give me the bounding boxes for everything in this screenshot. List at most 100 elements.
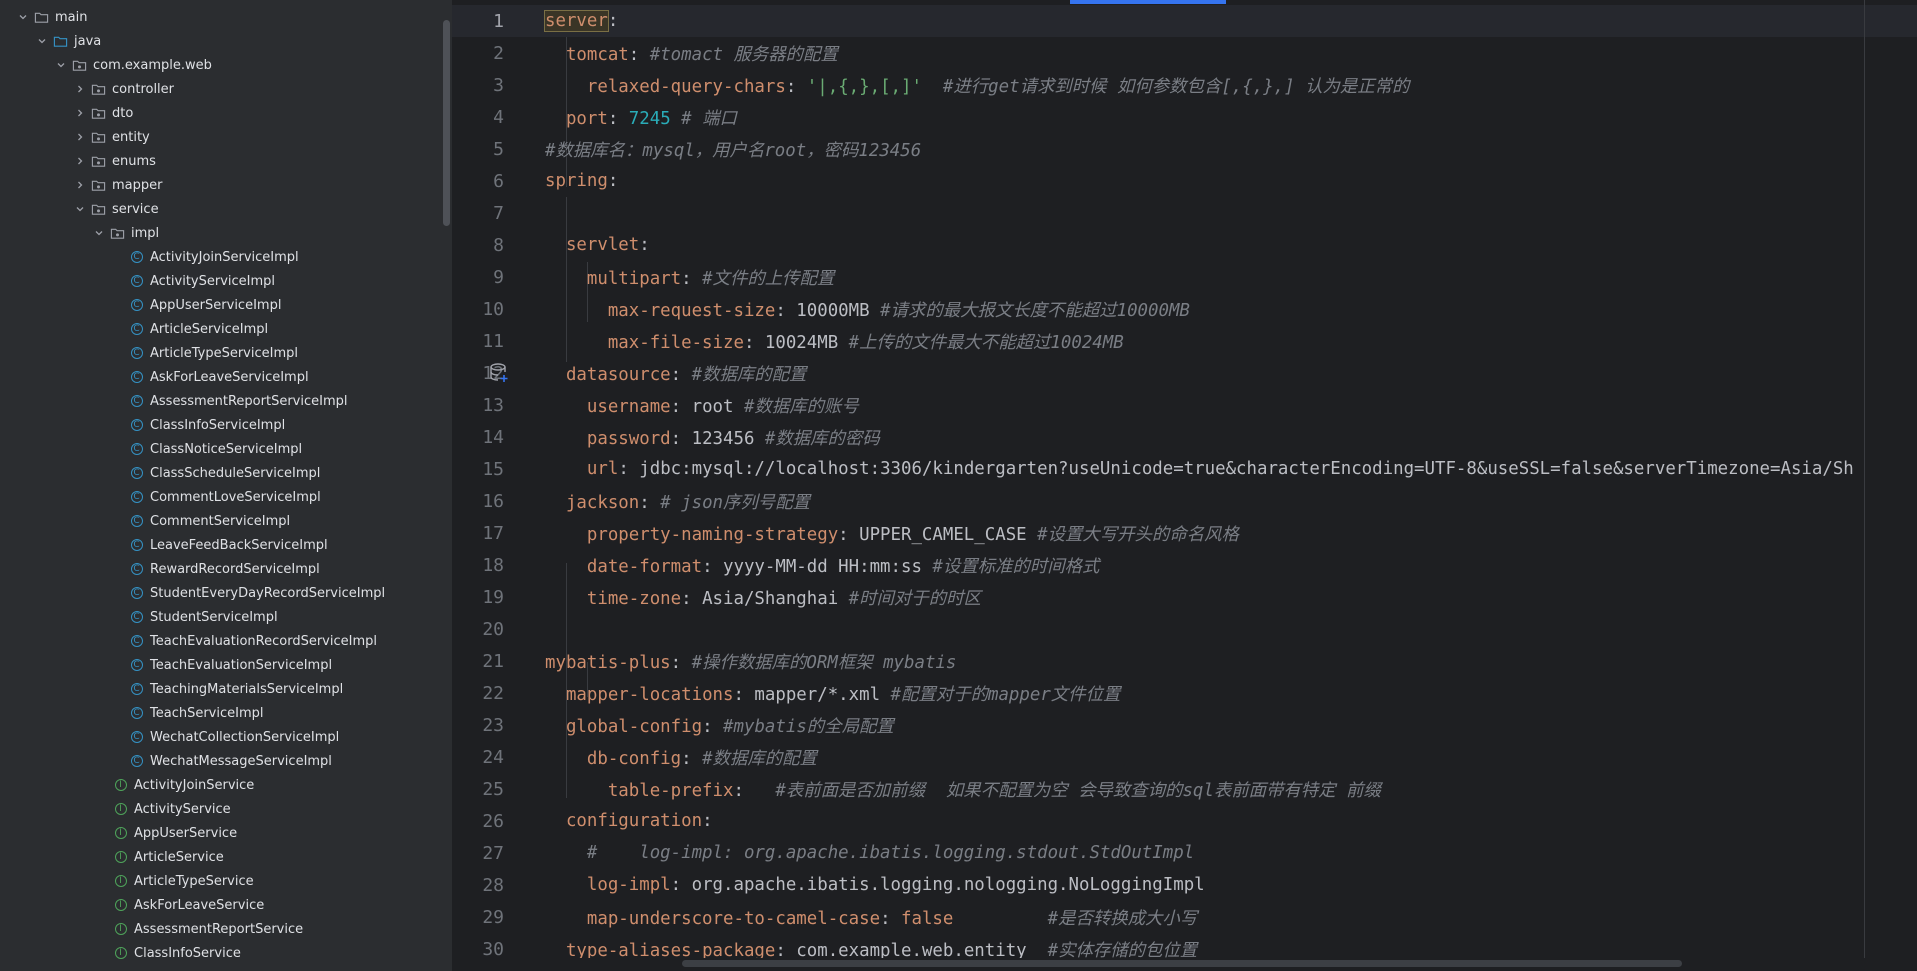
code-line[interactable]: 9 multipart: #文件的上传配置 [452,261,1917,293]
tree-item-commentserviceimpl[interactable]: C CommentServiceImpl [0,509,442,533]
code-key: map-underscore-to-camel-case [586,908,881,929]
project-tree-scrollbar[interactable] [442,0,452,971]
tree-item-assessmentreportserviceimpl[interactable]: C AssessmentReportServiceImpl [0,389,442,413]
tree-item-activityjoinserviceimpl[interactable]: C ActivityJoinServiceImpl [0,245,442,269]
code-line[interactable]: 25 table-prefix: #表前面是否加前缀 如果不配置为空 会导致查询… [452,773,1917,805]
code-line[interactable]: 12 datasource: #数据库的配置 [452,357,1917,389]
code-line[interactable]: 26 configuration: [452,805,1917,837]
tree-item-articleserviceimpl[interactable]: C ArticleServiceImpl [0,317,442,341]
line-number: 2 [493,42,504,64]
code-line[interactable]: 2 tomcat: #tomact 服务器的配置 [452,37,1917,69]
chevron-down-icon[interactable] [94,228,104,238]
code-line[interactable]: 11 max-file-size: 10024MB #上传的文件最大不能超过10… [452,325,1917,357]
line-number: 20 [482,618,504,640]
code-key: time-zone [586,588,682,609]
code-editor[interactable]: 1 server: 2 tomcat: #tomact 服务器的配置 3 relaxe… [452,0,1917,958]
code-value: : [702,811,713,831]
tree-item-classscheduleserviceimpl[interactable]: C ClassScheduleServiceImpl [0,461,442,485]
tree-item-classinfoserviceimpl[interactable]: C ClassInfoServiceImpl [0,413,442,437]
tree-item-teachevaluationserviceimpl[interactable]: C TeachEvaluationServiceImpl [0,653,442,677]
chevron-down-icon[interactable] [18,12,28,22]
tree-item-articletypeservice[interactable]: I ArticleTypeService [0,869,442,893]
code-line[interactable]: 16 jackson: # json序列号配置 [452,485,1917,517]
code-key: port [565,108,608,129]
code-line[interactable]: 10 max-request-size: 10000MB #请求的最大报文长度不… [452,293,1917,325]
code-key: spring [545,171,608,191]
chevron-right-icon[interactable] [75,84,85,94]
tree-item-activityservice[interactable]: I ActivityService [0,797,442,821]
chevron-right-icon[interactable] [75,180,85,190]
code-line[interactable]: 19 time-zone: Asia/Shanghai #时间对于的时区 [452,581,1917,613]
code-line[interactable]: 13 username: root #数据库的账号 [452,389,1917,421]
code-line[interactable]: 6 spring: [452,165,1917,197]
code-line[interactable]: 3 relaxed-query-chars: '|,{,},[,]' #进行ge… [452,69,1917,101]
tree-item-dto[interactable]: dto [0,101,442,125]
tree-item-activityjoinservice[interactable]: I ActivityJoinService [0,773,442,797]
code-line[interactable]: 18 date-format: yyyy-MM-dd HH:mm:ss #设置标… [452,549,1917,581]
tree-item-askforleaveserviceimpl[interactable]: C AskForLeaveServiceImpl [0,365,442,389]
tree-item-com-example-web[interactable]: com.example.web [0,53,442,77]
code-line[interactable]: 28 log-impl: org.apache.ibatis.logging.n… [452,869,1917,901]
tree-item-appuserserviceimpl[interactable]: C AppUserServiceImpl [0,293,442,317]
code-line[interactable]: 20 [452,613,1917,645]
tree-item-main[interactable]: main [0,5,442,29]
tree-item-classinfoservice[interactable]: I ClassInfoService [0,941,442,965]
tree-item-assessmentreportservice[interactable]: I AssessmentReportService [0,917,442,941]
tree-item-activityserviceimpl[interactable]: C ActivityServiceImpl [0,269,442,293]
code-line[interactable]: 17 property-naming-strategy: UPPER_CAMEL… [452,517,1917,549]
code-comment: # log-impl: org.apache.ibatis.logging.st… [586,843,1195,863]
project-tree-scrollbar-thumb[interactable] [443,20,450,226]
code-line[interactable]: 7 [452,197,1917,229]
tree-item-service[interactable]: service [0,197,442,221]
tree-item-studentserviceimpl[interactable]: C StudentServiceImpl [0,605,442,629]
code-text: log-impl: org.apache.ibatis.logging.nolo… [545,875,1205,895]
tree-item-controller[interactable]: controller [0,77,442,101]
code-line[interactable]: 23 global-config: #mybatis的全局配置 [452,709,1917,741]
tree-item-wechatmessageserviceimpl[interactable]: C WechatMessageServiceImpl [0,749,442,773]
tree-item-rewardrecordserviceimpl[interactable]: C RewardRecordServiceImpl [0,557,442,581]
code-line[interactable]: 24 db-config: #数据库的配置 [452,741,1917,773]
tree-item-classnoticeserviceimpl[interactable]: C ClassNoticeServiceImpl [0,437,442,461]
code-line[interactable]: 29 map-underscore-to-camel-case: false #… [452,901,1917,933]
code-line[interactable]: 8 servlet: [452,229,1917,261]
code-key: tomcat [565,44,629,65]
tree-item-mapper[interactable]: mapper [0,173,442,197]
tree-item-commentloveserviceimpl[interactable]: C CommentLoveServiceImpl [0,485,442,509]
tree-item-teachserviceimpl[interactable]: C TeachServiceImpl [0,701,442,725]
tree-item-articletypeserviceimpl[interactable]: C ArticleTypeServiceImpl [0,341,442,365]
tree-item-enums[interactable]: enums [0,149,442,173]
line-number: 10 [482,298,504,320]
code-line[interactable]: 15 url: jdbc:mysql://localhost:3306/kind… [452,453,1917,485]
tree-item-askforleaveservice[interactable]: I AskForLeaveService [0,893,442,917]
chevron-right-icon[interactable] [75,132,85,142]
code-line[interactable]: 4 port: 7245 # 端口 [452,101,1917,133]
code-line[interactable]: 27 # log-impl: org.apache.ibatis.logging… [452,837,1917,869]
editor-horizontal-scrollbar-thumb[interactable] [682,960,1682,967]
code-line[interactable]: 30 type-aliases-package: com.example.web… [452,933,1917,959]
chevron-down-icon[interactable] [56,60,66,70]
code-value [545,843,587,863]
tree-item-wechatcollectionserviceimpl[interactable]: C WechatCollectionServiceImpl [0,725,442,749]
tree-item-appuserservice[interactable]: I AppUserService [0,821,442,845]
code-line[interactable]: 14 password: 123456 #数据库的密码 [452,421,1917,453]
chevron-down-icon[interactable] [75,204,85,214]
chevron-down-icon[interactable] [37,36,47,46]
tree-item-entity[interactable]: entity [0,125,442,149]
code-line[interactable]: 21 mybatis-plus: #操作数据库的ORM框架 mybatis [452,645,1917,677]
tree-item-studenteverydayrecordserviceimpl[interactable]: C StudentEveryDayRecordServiceImpl [0,581,442,605]
tree-item-leavefeedbackserviceimpl[interactable]: C LeaveFeedBackServiceImpl [0,533,442,557]
database-icon[interactable] [488,362,510,384]
chevron-right-icon[interactable] [75,156,85,166]
tree-item-teachevaluationrecordserviceimpl[interactable]: C TeachEvaluationRecordServiceImpl [0,629,442,653]
tree-item-java[interactable]: java [0,29,442,53]
tree-item-impl[interactable]: impl [0,221,442,245]
tree-item-articleservice[interactable]: I ArticleService [0,845,442,869]
tree-item-teachingmaterialsserviceimpl[interactable]: C TeachingMaterialsServiceImpl [0,677,442,701]
code-line[interactable]: 5 #数据库名：mysql，用户名root，密码123456 [452,133,1917,165]
code-line[interactable]: 1 server: [452,5,1917,37]
class-icon: C [129,586,144,601]
chevron-right-icon[interactable] [75,108,85,118]
code-comment: #配置对于的mapper文件位置 [890,684,1121,705]
editor-horizontal-scrollbar[interactable] [452,958,1917,971]
code-line[interactable]: 22 mapper-locations: mapper/*.xml #配置对于的… [452,677,1917,709]
